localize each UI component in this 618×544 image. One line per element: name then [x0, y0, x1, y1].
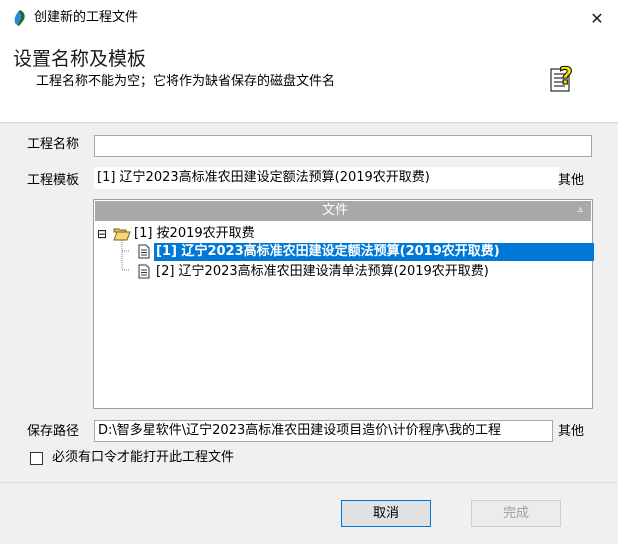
save-path-label: 保存路径	[27, 424, 80, 439]
document-icon	[138, 264, 150, 283]
close-button[interactable]: ✕	[576, 0, 618, 36]
save-path-other-button[interactable]: 其他	[558, 423, 584, 441]
finish-button[interactable]: 完成	[471, 500, 561, 527]
tree-folder-label[interactable]: [1] 按2019农开取费	[134, 225, 255, 243]
tree-folder-row[interactable]: ⊟	[97, 225, 107, 244]
footer-divider	[0, 482, 618, 483]
tree-column-header-label: 文件	[321, 203, 348, 218]
template-field[interactable]: [1] 辽宁2023高标准农田建设定额法预算(2019农开取费)	[94, 167, 559, 189]
password-checkbox-label[interactable]: 必须有口令才能打开此工程文件	[52, 449, 234, 467]
window-title: 创建新的工程文件	[34, 10, 139, 25]
cancel-button[interactable]: 取消	[341, 500, 431, 527]
app-logo-icon	[13, 10, 27, 26]
tree-item-selected[interactable]: [1] 辽宁2023高标准农田建设定额法预算(2019农开取费)	[154, 243, 594, 261]
template-label: 工程模板	[27, 173, 80, 188]
tree-item[interactable]: [2] 辽宁2023高标准农田建设清单法预算(2019农开取费)	[156, 263, 489, 281]
header-subtitle: 工程名称不能为空；它将作为缺省保存的磁盘文件名	[36, 74, 336, 89]
folder-open-icon	[113, 227, 131, 245]
help-document-icon: ?	[549, 60, 577, 94]
template-other-button[interactable]: 其他	[558, 172, 584, 190]
tree-toggle-icon[interactable]: ⊟	[97, 227, 107, 241]
project-name-label: 工程名称	[27, 137, 80, 152]
header-title: 设置名称及模板	[13, 48, 147, 70]
close-icon: ✕	[590, 8, 604, 28]
tree-column-header[interactable]: 文件 ▵	[95, 201, 591, 221]
password-checkbox[interactable]	[30, 452, 43, 465]
sort-icon: ▵	[577, 204, 583, 215]
document-icon	[138, 244, 150, 263]
save-path-input[interactable]: D:\智多星软件\辽宁2023高标准农田建设项目造价\计价程序\我的工程	[94, 420, 553, 442]
svg-text:?: ?	[559, 62, 573, 90]
project-name-input[interactable]	[94, 135, 592, 157]
